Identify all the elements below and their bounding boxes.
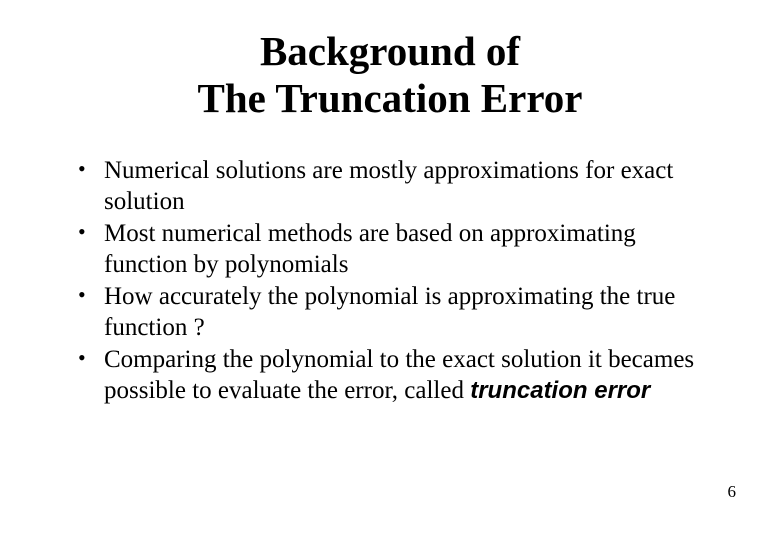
list-item: How accurately the polynomial is approxi… (84, 282, 720, 343)
list-item: Comparing the polynomial to the exact so… (84, 345, 720, 406)
slide-title: Background of The Truncation Error (60, 28, 720, 122)
bullet-text: Numerical solutions are mostly approxima… (104, 157, 673, 215)
bullet-text: How accurately the polynomial is approxi… (104, 283, 675, 341)
title-line-1: Background of (260, 28, 520, 74)
slide: Background of The Truncation Error Numer… (0, 0, 780, 540)
page-number: 6 (728, 482, 737, 502)
title-line-2: The Truncation Error (198, 75, 583, 121)
bullet-emphasis: truncation error (470, 377, 650, 404)
bullet-text: Most numerical methods are based on appr… (104, 220, 636, 278)
list-item: Most numerical methods are based on appr… (84, 219, 720, 280)
bullet-list: Numerical solutions are mostly approxima… (60, 156, 720, 406)
list-item: Numerical solutions are mostly approxima… (84, 156, 720, 217)
